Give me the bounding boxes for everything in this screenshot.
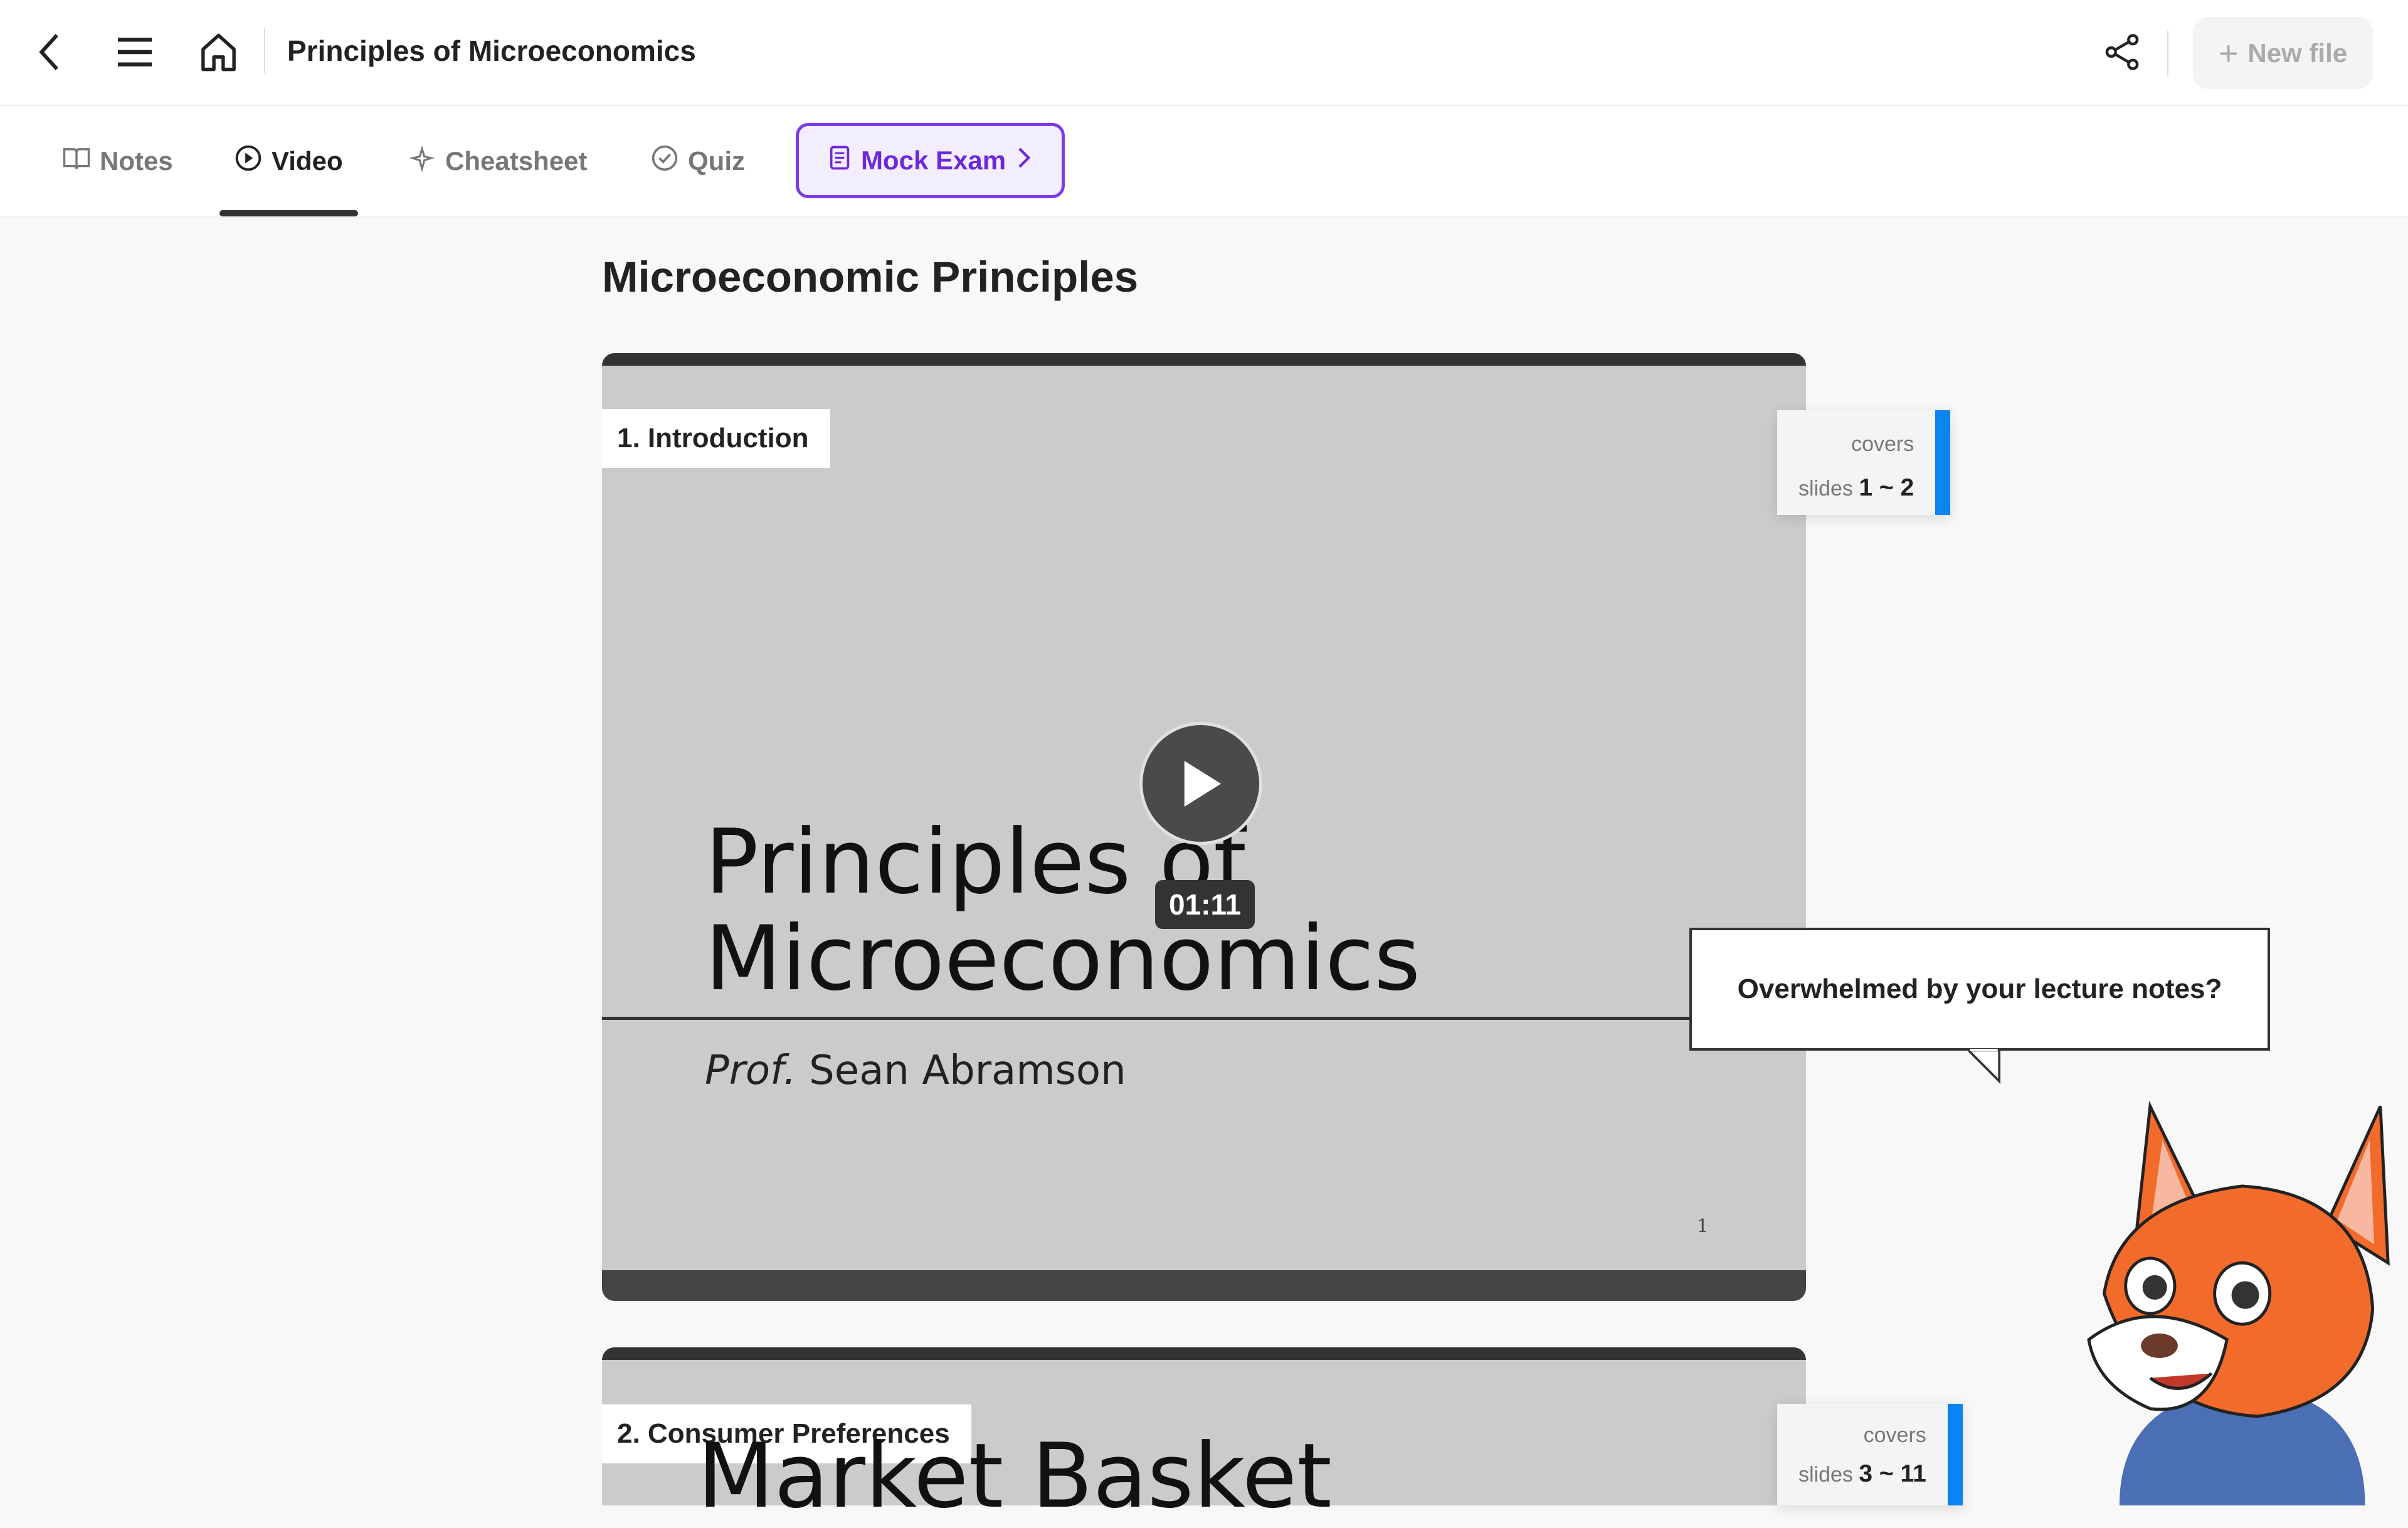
share-icon[interactable] (2098, 28, 2147, 77)
slides-label: slides (1798, 1463, 1853, 1487)
menu-icon[interactable] (110, 28, 159, 77)
sparkle-icon (408, 144, 436, 178)
slide-title: Market Basket (697, 1425, 1332, 1528)
mock-exam-button[interactable]: Mock Exam (796, 123, 1065, 198)
new-file-button[interactable]: + New file (2193, 17, 2373, 89)
speech-tail (1968, 1049, 2001, 1085)
video-player[interactable]: 1. Introduction Principles of Microeconom… (602, 353, 1806, 1301)
play-icon (1184, 760, 1221, 807)
slides-range: 1 ~ 2 (1859, 474, 1914, 501)
slides-range: 3 ~ 11 (1859, 1460, 1926, 1487)
tab-label: Mock Exam (860, 146, 1006, 175)
section-label: 1. Introduction (602, 409, 830, 468)
slide-page-number: 1 (1697, 1215, 1709, 1236)
section-heading: Microeconomic Principles (602, 253, 1139, 301)
tab-notes[interactable]: Notes (63, 106, 173, 216)
plus-icon: + (2218, 34, 2239, 72)
check-circle-icon (651, 144, 679, 178)
slide-author: Prof. Sean Abramson (705, 1048, 1126, 1094)
tab-cheatsheet[interactable]: Cheatsheet (408, 106, 587, 216)
video-duration: 01:11 (1155, 880, 1255, 929)
divider (2167, 31, 2168, 77)
slides-coverage-badge: covers slides 1 ~ 2 (1777, 410, 1951, 515)
slide-rule (602, 1017, 1806, 1020)
page-title: Principles of Microeconomics (287, 34, 696, 67)
app: Principles of Microeconomics + New file N… (0, 0, 2408, 1521)
covers-label: covers (1851, 432, 1914, 456)
book-icon (63, 146, 90, 177)
top-bar: Principles of Microeconomics + New file (0, 0, 2408, 106)
play-circle-icon (235, 144, 262, 178)
play-button[interactable] (1139, 722, 1262, 845)
author-prefix: Prof. (705, 1048, 796, 1094)
new-file-label: New file (2247, 38, 2348, 68)
slides-coverage-badge: covers slides 3 ~ 11 (1777, 1404, 1963, 1505)
document-icon (829, 146, 850, 176)
tab-label: Video (272, 146, 343, 176)
fox-mascot-image[interactable] (2058, 1094, 2408, 1505)
covers-label: covers (1863, 1423, 1926, 1447)
tab-bar: Notes Video Cheatsheet Quiz Mock Exam (0, 106, 2408, 218)
slide-title-line: Microeconomics (705, 907, 1421, 1011)
slides-label: slides (1798, 477, 1853, 501)
slide-title-line: Principles of (705, 810, 1245, 914)
mascot-speech-bubble[interactable]: Overwhelmed by your lecture notes? (1689, 928, 2270, 1085)
tab-quiz[interactable]: Quiz (651, 106, 745, 216)
divider (264, 28, 265, 73)
author-name: Sean Abramson (809, 1048, 1126, 1094)
back-icon[interactable] (26, 28, 75, 77)
tab-label: Quiz (688, 146, 745, 176)
tab-video[interactable]: Video (219, 106, 358, 216)
tab-label: Notes (100, 146, 173, 176)
speech-text: Overwhelmed by your lecture notes? (1737, 974, 2222, 1004)
slide-title: Principles of Microeconomics (705, 814, 1420, 1007)
home-icon[interactable] (194, 28, 243, 77)
video-player[interactable]: 2. Consumer Preferences Market Basket (602, 1347, 1806, 1521)
chevron-right-icon (1017, 146, 1032, 176)
tab-label: Cheatsheet (445, 146, 588, 176)
